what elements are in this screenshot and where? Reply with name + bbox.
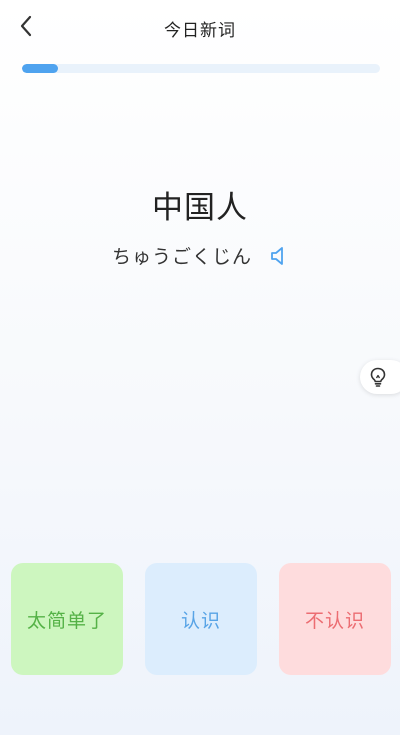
know-button[interactable]: 认识 bbox=[145, 563, 257, 675]
too-easy-button[interactable]: 太简单了 bbox=[11, 563, 123, 675]
hint-button[interactable] bbox=[360, 360, 400, 394]
progress-bar bbox=[22, 64, 380, 73]
header: 今日新词 bbox=[0, 0, 400, 54]
page-title: 今日新词 bbox=[164, 21, 236, 41]
reading-row: ちゅうごくじん bbox=[0, 242, 400, 269]
pronounce-button[interactable] bbox=[268, 244, 288, 268]
progress-fill bbox=[22, 64, 58, 73]
dont-know-button[interactable]: 不认识 bbox=[279, 563, 391, 675]
word-reading: ちゅうごくじん bbox=[111, 246, 252, 268]
flashcard-screen: 今日新词 中国人 ちゅうごくじん 太简单了 认识 不认识 bbox=[0, 0, 400, 735]
lightbulb-icon bbox=[370, 367, 386, 387]
vocab-word: 中国人 bbox=[152, 190, 248, 226]
speaker-icon bbox=[271, 246, 283, 265]
